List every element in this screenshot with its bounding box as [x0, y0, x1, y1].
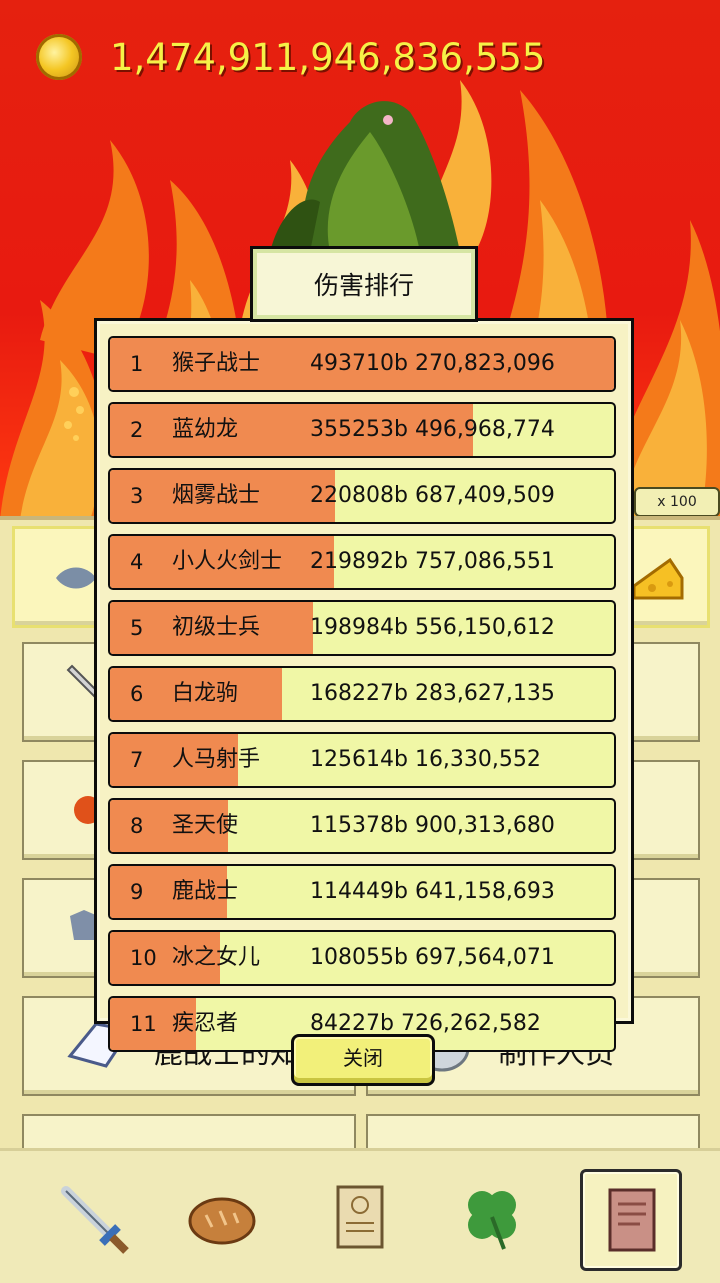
- ranking-row[interactable]: 8 圣天使 115378b 900,313,680: [108, 798, 616, 854]
- bottom-nav: [0, 1148, 720, 1283]
- damage-value: 220808b 687,409,509: [310, 483, 555, 508]
- hero-name: 烟雾战士: [172, 483, 261, 508]
- dialog-title: 伤害排行: [250, 246, 478, 322]
- moss-monster-sprite: [270, 101, 460, 252]
- coin-amount: 1,474,911,946,836,555: [110, 35, 546, 79]
- rank-number: 7: [130, 748, 144, 772]
- rank-number: 8: [130, 814, 144, 838]
- rank-number: 3: [130, 484, 144, 508]
- scroll-icon: [336, 1185, 384, 1249]
- damage-value: 125614b 16,330,552: [310, 747, 541, 772]
- nav-luck-button[interactable]: [444, 1169, 540, 1265]
- bread-icon: [188, 1197, 256, 1245]
- clover-icon: [468, 1191, 516, 1250]
- ranking-row[interactable]: 6 白龙驹 168227b 283,627,135: [108, 666, 616, 722]
- ranking-row[interactable]: 3 烟雾战士 220808b 687,409,509: [108, 468, 616, 524]
- nav-food-button[interactable]: [174, 1169, 270, 1265]
- rank-number: 2: [130, 418, 144, 442]
- coin-counter: 1,474,911,946,836,555: [36, 30, 545, 84]
- damage-value: 219892b 757,086,551: [310, 549, 555, 574]
- rank-number: 5: [130, 616, 144, 640]
- ranking-row[interactable]: 1 猴子战士 493710b 270,823,096: [108, 336, 616, 392]
- close-button[interactable]: 关闭: [291, 1034, 435, 1086]
- ranking-row[interactable]: 5 初级士兵 198984b 556,150,612: [108, 600, 616, 656]
- nav-quest-button[interactable]: [312, 1169, 408, 1265]
- cheese-icon: [632, 557, 684, 600]
- hero-name: 猴子战士: [172, 351, 261, 376]
- ranking-row[interactable]: 4 小人火剑士 219892b 757,086,551: [108, 534, 616, 590]
- ranking-row[interactable]: 9 鹿战士 114449b 641,158,693: [108, 864, 616, 920]
- nav-weapons-button[interactable]: [44, 1169, 140, 1265]
- hero-name: 圣天使: [172, 813, 239, 838]
- book-icon: [608, 1188, 656, 1252]
- ranking-list[interactable]: 1 猴子战士 493710b 270,823,096 2 蓝幼龙 355253b 496…: [108, 336, 616, 1062]
- ranking-row[interactable]: 2 蓝幼龙 355253b 496,968,774: [108, 402, 616, 458]
- rank-number: 4: [130, 550, 144, 574]
- rank-number: 9: [130, 880, 144, 904]
- rank-number: 10: [130, 946, 157, 970]
- multiplier-button[interactable]: x 100: [634, 487, 720, 517]
- damage-value: 114449b 641,158,693: [310, 879, 555, 904]
- hero-name: 白龙驹: [172, 681, 239, 706]
- gold-coin-icon: [36, 34, 82, 80]
- damage-value: 168227b 283,627,135: [310, 681, 555, 706]
- ranking-row[interactable]: 7 人马射手 125614b 16,330,552: [108, 732, 616, 788]
- nav-book-button[interactable]: [580, 1169, 682, 1271]
- damage-value: 108055b 697,564,071: [310, 945, 555, 970]
- rank-number: 1: [130, 352, 144, 376]
- hero-name: 初级士兵: [172, 615, 261, 640]
- damage-value: 493710b 270,823,096: [310, 351, 555, 376]
- hero-name: 小人火剑士: [172, 549, 283, 574]
- damage-value: 198984b 556,150,612: [310, 615, 555, 640]
- rank-number: 11: [130, 1012, 157, 1036]
- damage-value: 115378b 900,313,680: [310, 813, 555, 838]
- rank-number: 6: [130, 682, 144, 706]
- damage-value: 355253b 496,968,774: [310, 417, 555, 442]
- hero-name: 鹿战士: [172, 879, 239, 904]
- ranking-row[interactable]: 10 冰之女儿 108055b 697,564,071: [108, 930, 616, 986]
- hero-name: 人马射手: [172, 747, 261, 772]
- hero-name: 蓝幼龙: [172, 417, 239, 442]
- hero-name: 冰之女儿: [172, 945, 261, 970]
- sword-icon: [61, 1186, 129, 1254]
- hero-name: 疾忍者: [172, 1011, 239, 1036]
